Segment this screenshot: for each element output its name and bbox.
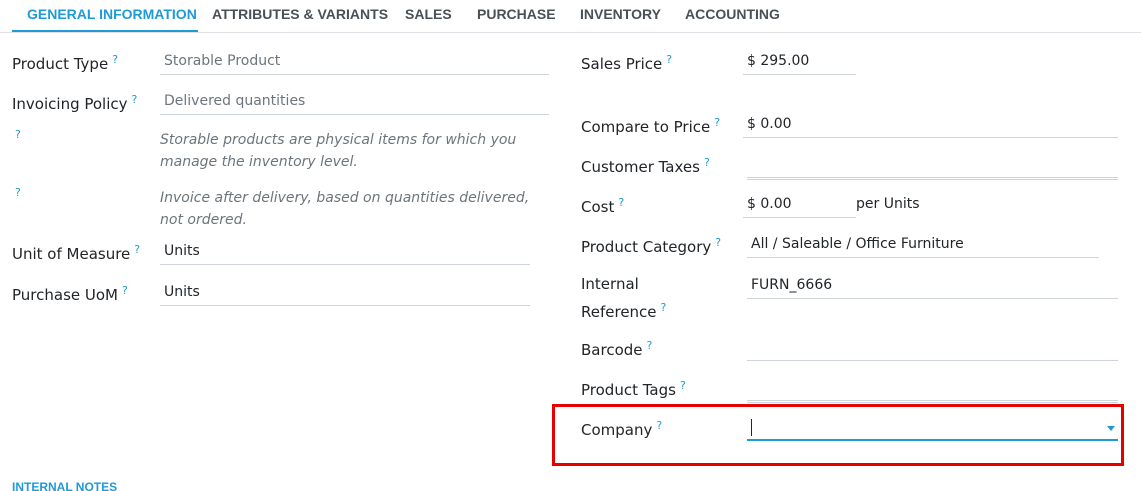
product-category-field[interactable]: All / Saleable / Office Furniture	[747, 231, 1099, 258]
help-icon[interactable]: ?	[715, 236, 721, 249]
help-icon[interactable]: ?	[112, 53, 118, 66]
active-tab-indicator	[12, 30, 198, 32]
help-icon[interactable]: ?	[704, 156, 710, 169]
storable-note: Storable products are physical items for…	[160, 132, 517, 170]
internal-reference-field[interactable]: FURN_6666	[747, 272, 1118, 299]
internal-reference-label: Internal Reference?	[581, 275, 667, 321]
help-icon[interactable]: ?	[122, 284, 128, 297]
invoice-note: Invoice after delivery, based on quantit…	[160, 190, 530, 228]
compare-price-label: Compare to Price?	[581, 116, 721, 136]
product-tags-field[interactable]	[747, 374, 1118, 403]
tab-general-information[interactable]: GENERAL INFORMATION	[27, 6, 197, 22]
barcode-label: Barcode?	[581, 339, 653, 359]
cost-label: Cost?	[581, 196, 625, 216]
help-icon[interactable]: ?	[618, 196, 624, 209]
help-icon[interactable]: ?	[656, 419, 662, 432]
customer-taxes-label: Customer Taxes?	[581, 156, 710, 176]
sales-price-field[interactable]: $ 295.00	[743, 48, 856, 75]
purchase-uom-label: Purchase UoM?	[12, 284, 128, 304]
purchase-uom-field[interactable]: Units	[160, 279, 530, 306]
tab-inventory[interactable]: INVENTORY	[580, 6, 661, 22]
tab-attributes-variants[interactable]: ATTRIBUTES & VARIANTS	[212, 6, 388, 22]
help-icon[interactable]: ?	[661, 301, 667, 314]
cost-field[interactable]: $ 0.00	[743, 191, 856, 218]
caret-down-icon[interactable]	[1107, 426, 1115, 431]
company-select[interactable]	[747, 414, 1118, 441]
product-type-field[interactable]: Storable Product	[160, 48, 549, 75]
unit-of-measure-label: Unit of Measure?	[12, 243, 141, 263]
sales-price-label: Sales Price?	[581, 53, 673, 73]
text-cursor	[751, 419, 752, 436]
barcode-field[interactable]	[747, 334, 1118, 361]
unit-of-measure-field[interactable]: Units	[160, 238, 530, 265]
compare-price-field[interactable]: $ 0.00	[743, 111, 1118, 138]
help-icon[interactable]: ?	[714, 116, 720, 129]
product-category-label: Product Category?	[581, 236, 722, 256]
tab-accounting[interactable]: ACCOUNTING	[685, 6, 780, 22]
help-icon[interactable]: ?	[680, 379, 686, 392]
help-icon[interactable]: ?	[132, 93, 138, 106]
help-icon[interactable]: ?	[647, 339, 653, 352]
notebook-tabs: GENERAL INFORMATION ATTRIBUTES & VARIANT…	[0, 0, 1141, 33]
customer-taxes-field[interactable]	[747, 151, 1118, 180]
company-label: Company?	[581, 419, 663, 439]
internal-notes-title: INTERNAL NOTES	[12, 480, 118, 491]
help-icon[interactable]: ?	[15, 128, 21, 141]
help-icon[interactable]: ?	[15, 186, 21, 199]
invoicing-policy-field[interactable]: Delivered quantities	[160, 88, 549, 115]
product-type-label: Product Type?	[12, 53, 119, 73]
help-icon[interactable]: ?	[666, 53, 672, 66]
product-tags-label: Product Tags?	[581, 379, 686, 399]
product-form: GENERAL INFORMATION ATTRIBUTES & VARIANT…	[0, 0, 1141, 491]
help-icon[interactable]: ?	[134, 243, 140, 256]
cost-unit-suffix: per Units	[856, 196, 920, 212]
tab-purchase[interactable]: PURCHASE	[477, 6, 556, 22]
invoicing-policy-label: Invoicing Policy?	[12, 93, 138, 113]
tab-sales[interactable]: SALES	[405, 6, 452, 22]
